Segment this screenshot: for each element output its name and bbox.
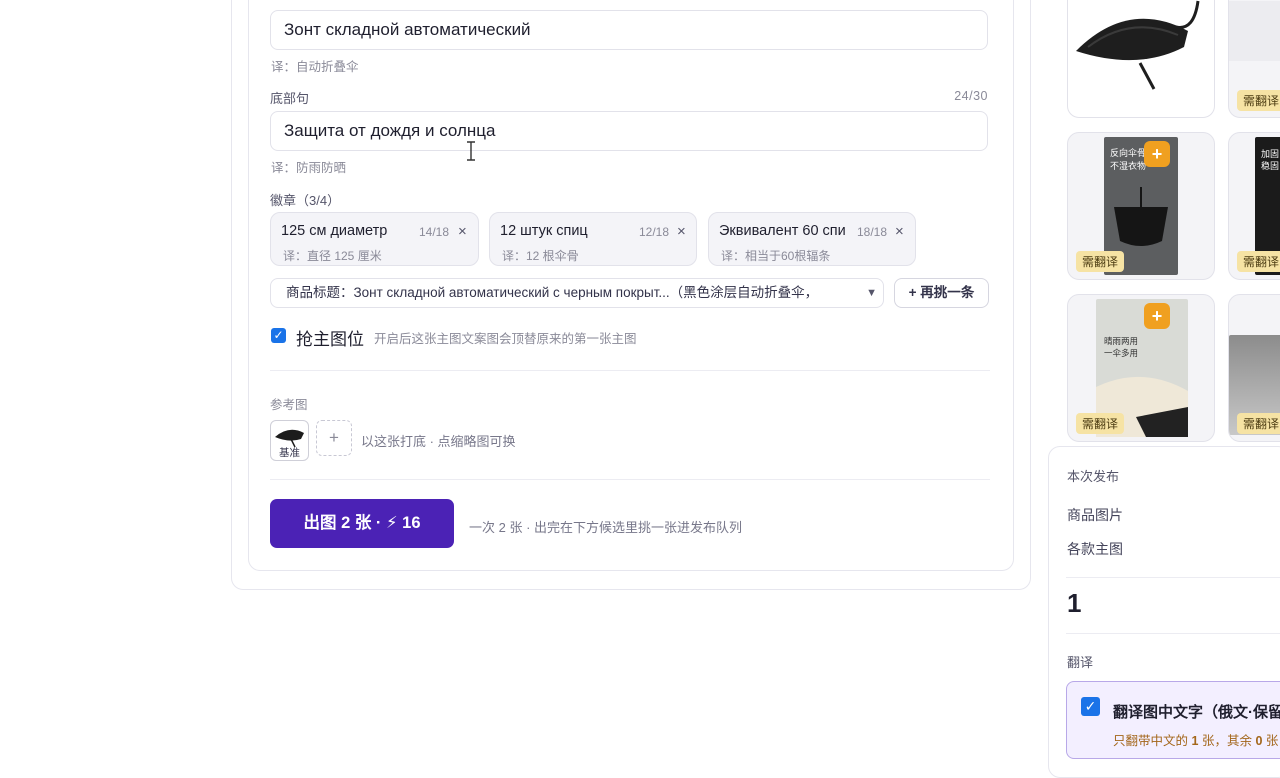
need-translate-tag: 需翻译 (1237, 90, 1280, 111)
subtitle-input[interactable]: Защита от дождя и солнца (270, 111, 988, 151)
poster-image (1229, 1, 1280, 61)
main-image-checkbox-hint: 开启后这张主图文案图会顶替原来的第一张主图 (374, 332, 637, 346)
poster-text: 一伞多用 (1104, 348, 1139, 358)
badge-item[interactable]: Эквивалент 60 спи 18/18 × 译：相当于60根辐条 (708, 212, 916, 266)
gallery-thumb[interactable]: 需翻译 (1228, 294, 1280, 442)
reference-hint: 以这张打底 · 点缩略图可换 (361, 434, 516, 449)
title-translation: 译：自动折叠伞 (271, 60, 359, 74)
need-translate-tag: 需翻译 (1237, 251, 1280, 272)
poster-text: 不湿衣物 (1110, 161, 1147, 171)
need-translate-tag: 需翻译 (1076, 251, 1125, 272)
translate-section-label: 翻译 (1067, 655, 1094, 670)
plus-icon: + (329, 428, 339, 447)
reference-label: 参考图 (270, 398, 308, 412)
divider (1066, 633, 1280, 634)
title-input[interactable]: Зонт складной автоматический (270, 10, 988, 50)
gallery-thumb[interactable]: 晴雨两用 一伞多用 + 需翻译 (1067, 294, 1215, 442)
reference-thumb-caption: 基准 (279, 447, 300, 459)
badge-text: 125 см диаметр (281, 223, 388, 239)
publish-item-main-images[interactable]: 各款主图 (1067, 539, 1123, 559)
generate-button[interactable]: 出图 2 张 · ⚡ 16 (270, 499, 454, 548)
subtitle-counter: 24/30 (954, 89, 988, 103)
translate-option-label: 翻译图中文字（俄文·保留 (1113, 704, 1280, 721)
subtitle-translation: 译：防雨防晒 (271, 161, 347, 175)
publish-panel-title: 本次发布 (1067, 469, 1120, 484)
translate-note: 只翻带中文的 1 张，其余 0 张 (1113, 730, 1278, 749)
main-image-checkbox-label[interactable]: 抢主图位 (296, 325, 364, 350)
badges-label: 徽章（3/4） (270, 193, 341, 208)
plus-icon[interactable]: + (1144, 141, 1170, 167)
badge-count: 12/18 (639, 225, 670, 239)
gallery-thumb[interactable]: 反向伞骨 不湿衣物 + 需翻译 (1067, 132, 1215, 280)
add-reference-button[interactable]: + (316, 420, 352, 456)
poster-text: 晴雨两用 (1104, 336, 1139, 346)
divider (270, 479, 990, 480)
chevron-down-icon: ▼ (866, 287, 877, 299)
badge-text: 12 штук спиц (500, 223, 588, 239)
poster-text: 反向伞骨 (1110, 148, 1147, 158)
publish-item-product-images[interactable]: 商品图片 (1067, 505, 1123, 525)
product-title-select-value: 商品标题：Зонт складной автоматический с черн… (286, 285, 819, 300)
translate-note-rest: 0 (1255, 734, 1263, 748)
badge-count: 18/18 (857, 225, 888, 239)
divider (270, 370, 990, 371)
reference-thumb[interactable]: 基准 (270, 420, 309, 461)
checkbox-icon[interactable]: ✓ (271, 328, 286, 343)
umbrella-image (1076, 0, 1200, 90)
translate-note-prefix: 只翻带中文的 (1113, 734, 1189, 748)
badge-translation: 译：12 根伞骨 (502, 249, 579, 263)
pick-another-button[interactable]: + 再挑一条 (894, 278, 989, 308)
gallery-thumb[interactable] (1067, 0, 1215, 118)
checkbox-icon[interactable]: ✓ (1081, 697, 1100, 716)
divider (1066, 577, 1280, 578)
translate-option-card[interactable]: ✓ 翻译图中文字（俄文·保留 只翻带中文的 1 张，其余 0 张 (1066, 681, 1280, 759)
text-cursor-icon (467, 141, 475, 161)
gallery-thumb[interactable]: 需翻译 (1228, 0, 1280, 118)
publish-count: 1 (1067, 588, 1082, 618)
need-translate-tag: 需翻译 (1237, 413, 1280, 434)
close-icon[interactable]: × (458, 223, 467, 240)
badge-text: Эквивалент 60 спи (719, 223, 846, 239)
product-title-select[interactable]: 商品标题：Зонт складной автоматический с черн… (270, 278, 884, 308)
close-icon[interactable]: × (895, 223, 904, 240)
close-icon[interactable]: × (677, 223, 686, 240)
badge-translation: 译：相当于60根辐条 (721, 249, 831, 263)
badge-item[interactable]: 125 см диаметр 14/18 × 译：直径 125 厘米 (270, 212, 479, 266)
poster-text: 稳固 (1261, 161, 1280, 171)
badge-item[interactable]: 12 штук спиц 12/18 × 译：12 根伞骨 (489, 212, 697, 266)
badge-translation: 译：直径 125 厘米 (283, 249, 382, 263)
translate-note-mid: 张，其余 (1201, 734, 1252, 748)
generate-hint: 一次 2 张 · 出完在下方候选里挑一张进发布队列 (469, 520, 743, 535)
need-translate-tag: 需翻译 (1076, 413, 1125, 434)
badge-count: 14/18 (419, 225, 450, 239)
subtitle-label: 底部句 (270, 91, 310, 106)
gallery-thumb[interactable]: 加固 稳固 需翻译 (1228, 132, 1280, 280)
translate-note-suffix: 张 (1265, 734, 1279, 748)
translate-note-count: 1 (1191, 734, 1199, 748)
plus-icon[interactable]: + (1144, 303, 1170, 329)
